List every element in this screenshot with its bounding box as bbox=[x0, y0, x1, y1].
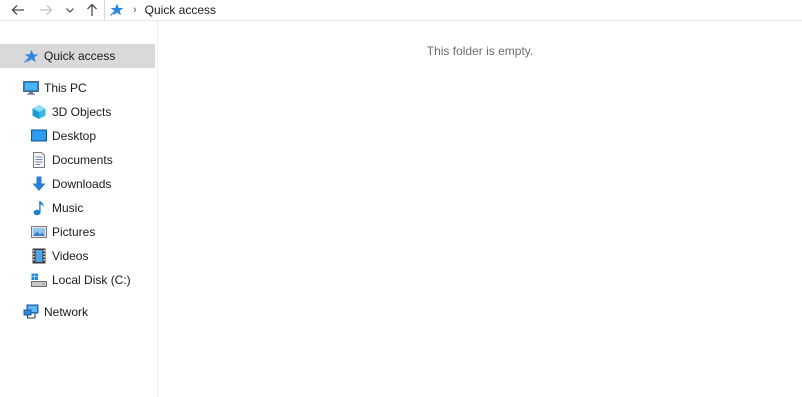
nav-item-label: Desktop bbox=[52, 129, 97, 143]
nav-item-this-pc[interactable]: This PC bbox=[0, 76, 155, 100]
quick-access-star-icon bbox=[110, 3, 124, 17]
navigation-bar: › Quick access bbox=[0, 0, 802, 21]
address-bar[interactable]: › Quick access bbox=[104, 0, 802, 20]
nav-item-quick-access[interactable]: Quick access bbox=[0, 44, 155, 68]
nav-item-local-disk-c[interactable]: Local Disk (C:) bbox=[0, 268, 155, 292]
nav-item-label: Local Disk (C:) bbox=[52, 273, 131, 287]
chevron-down-icon bbox=[66, 7, 74, 13]
nav-item-label: Videos bbox=[52, 249, 89, 263]
empty-folder-message: This folder is empty. bbox=[426, 44, 534, 58]
quick-access-star-icon bbox=[23, 48, 39, 64]
file-list-area[interactable]: This folder is empty. bbox=[158, 21, 802, 397]
music-icon bbox=[31, 200, 47, 216]
nav-item-documents[interactable]: Documents bbox=[0, 148, 155, 172]
breadcrumb-quick-access[interactable]: Quick access bbox=[145, 3, 216, 17]
nav-item-label: 3D Objects bbox=[52, 105, 112, 119]
nav-item-label: Documents bbox=[52, 153, 113, 167]
nav-item-label: Pictures bbox=[52, 225, 96, 239]
nav-item-desktop[interactable]: Desktop bbox=[0, 124, 155, 148]
this-pc-icon bbox=[23, 80, 39, 96]
recent-locations-button[interactable] bbox=[64, 1, 76, 19]
nav-item-3d-objects[interactable]: 3D Objects bbox=[0, 100, 155, 124]
videos-icon bbox=[31, 248, 47, 264]
nav-item-downloads[interactable]: Downloads bbox=[0, 172, 155, 196]
nav-item-label: Quick access bbox=[44, 49, 116, 63]
forward-button[interactable] bbox=[37, 1, 55, 19]
3d-objects-icon bbox=[31, 104, 47, 120]
nav-item-pictures[interactable]: Pictures bbox=[0, 220, 155, 244]
nav-item-label: Network bbox=[44, 305, 89, 319]
nav-item-music[interactable]: Music bbox=[0, 196, 155, 220]
nav-item-label: Downloads bbox=[52, 177, 112, 191]
documents-icon bbox=[31, 152, 47, 168]
local-disk-icon bbox=[31, 272, 47, 288]
arrow-right-icon bbox=[40, 5, 53, 15]
nav-item-label: Music bbox=[52, 201, 84, 215]
arrow-up-icon bbox=[87, 3, 97, 16]
up-button[interactable] bbox=[83, 1, 101, 19]
back-button[interactable] bbox=[9, 1, 27, 19]
navigation-pane: Quick access This PC 3D Objects Desktop … bbox=[0, 21, 158, 397]
breadcrumb-separator[interactable]: › bbox=[133, 4, 137, 16]
nav-item-label: This PC bbox=[44, 81, 87, 95]
downloads-icon bbox=[31, 176, 47, 192]
network-icon bbox=[23, 304, 39, 320]
nav-item-videos[interactable]: Videos bbox=[0, 244, 155, 268]
nav-item-network[interactable]: Network bbox=[0, 300, 155, 324]
desktop-icon bbox=[31, 128, 47, 144]
pictures-icon bbox=[31, 224, 47, 240]
arrow-left-icon bbox=[11, 5, 24, 15]
